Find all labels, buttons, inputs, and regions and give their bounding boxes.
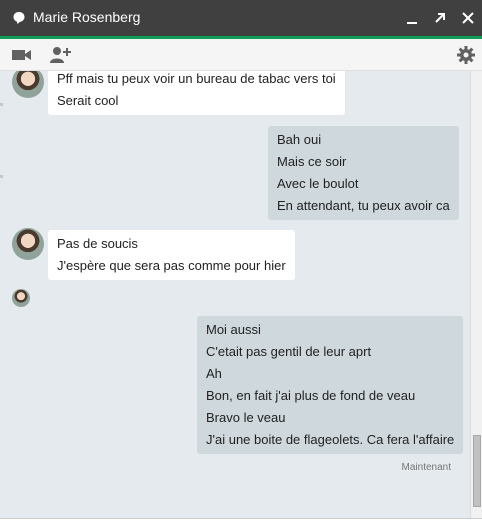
message-line: Mais ce soir	[277, 154, 347, 169]
message-line: C'etait pas gentil de leur aprt	[206, 344, 372, 359]
message-line: Bravo le veau	[206, 410, 286, 425]
message-bubble-incoming: Pas de soucis J'espère que sera pas comm…	[48, 230, 295, 280]
read-receipt-avatar	[12, 289, 30, 307]
chat-bubble-icon	[13, 12, 25, 24]
message-line: Bon, en fait j'ai plus de fond de veau	[206, 388, 416, 403]
edge-marker	[0, 103, 3, 106]
message-line: Moi aussi	[206, 322, 261, 337]
message-line: J'ai une boite de flageolets. Ca fera l'…	[206, 432, 455, 447]
popout-icon[interactable]	[430, 8, 450, 28]
message-line: Bah oui	[277, 132, 322, 147]
chat-toolbar	[0, 39, 482, 71]
message-line: Ah	[206, 366, 222, 381]
message-line: Pff mais tu peux voir un bureau de tabac…	[57, 71, 336, 86]
chat-title-bar[interactable]: Marie Rosenberg	[0, 0, 482, 36]
gear-icon[interactable]	[455, 45, 477, 65]
add-person-icon[interactable]	[49, 45, 71, 65]
message-line: Serait cool	[57, 93, 119, 108]
chat-title: Marie Rosenberg	[33, 9, 141, 25]
close-icon[interactable]	[458, 8, 478, 28]
edge-marker	[0, 175, 3, 178]
video-call-icon[interactable]	[11, 45, 33, 65]
avatar[interactable]	[12, 228, 44, 260]
message-line: En attendant, tu peux avoir ca	[277, 198, 450, 213]
message-line: Avec le boulot	[277, 176, 359, 191]
message-timestamp: Maintenant	[401, 462, 451, 473]
minimize-icon[interactable]	[402, 8, 422, 28]
message-line: J'espère que sera pas comme pour hier	[57, 258, 286, 273]
message-input-area[interactable]	[0, 518, 482, 528]
message-bubble-outgoing: Moi aussi C'etait pas gentil de leur apr…	[197, 316, 464, 454]
avatar[interactable]	[12, 71, 44, 98]
message-list[interactable]: Pff mais tu peux voir un bureau de tabac…	[0, 71, 470, 518]
message-line: Pas de soucis	[57, 236, 138, 251]
message-bubble-incoming: Pff mais tu peux voir un bureau de tabac…	[48, 71, 345, 115]
message-bubble-outgoing: Bah oui Mais ce soir Avec le boulot En a…	[268, 126, 459, 220]
scrollbar-thumb[interactable]	[473, 435, 481, 507]
scrollbar[interactable]	[470, 71, 482, 518]
